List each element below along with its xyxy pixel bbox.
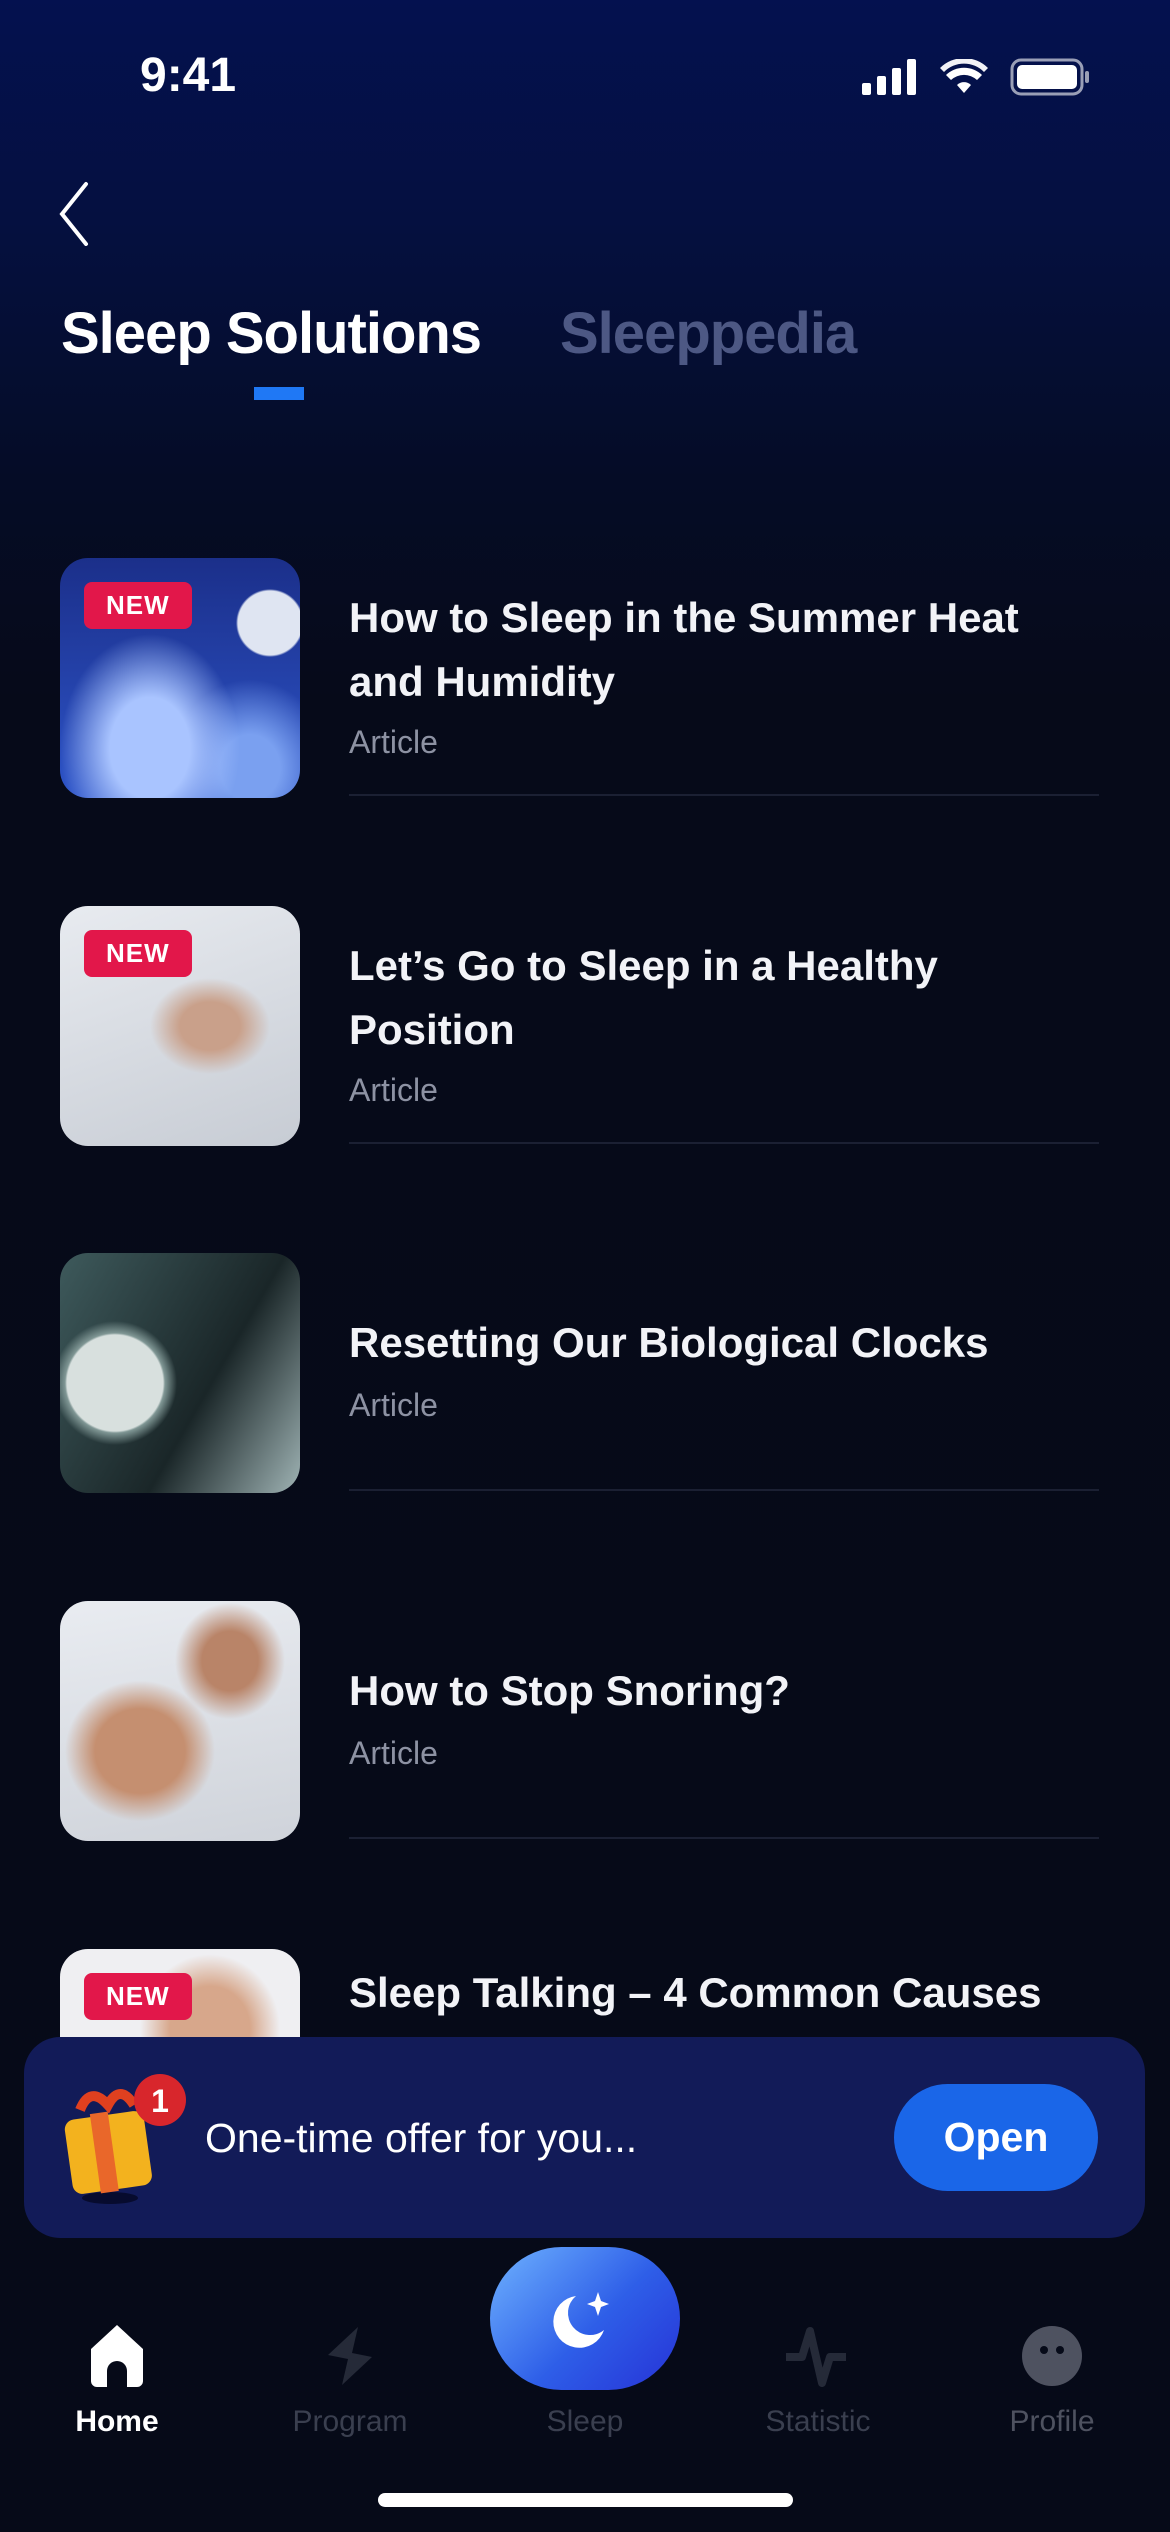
article-thumbnail xyxy=(60,1253,300,1493)
new-badge: NEW xyxy=(84,930,192,977)
moon-icon xyxy=(553,2292,609,2348)
nav-label: Program xyxy=(292,2405,408,2438)
wifi-icon xyxy=(940,59,988,93)
bottom-nav: Home Program Sleep Statistic Profile xyxy=(0,2240,1170,2532)
nav-profile[interactable]: Profile xyxy=(952,2240,1152,2440)
article-type: Article xyxy=(349,1387,438,1423)
divider xyxy=(349,794,1099,796)
back-chevron-icon[interactable] xyxy=(56,176,106,246)
article-thumbnail: NEW xyxy=(60,558,300,798)
offer-text: One-time offer for you... xyxy=(205,2115,638,2161)
nav-sleep-button[interactable] xyxy=(490,2247,680,2390)
article-title: How to Sleep in the Summer Heat and Humi… xyxy=(349,594,1019,705)
list-item[interactable]: Resetting Our Biological Clocks Article xyxy=(0,1253,1170,1553)
article-thumbnail: NEW xyxy=(60,906,300,1146)
article-title: Sleep Talking – 4 Common Causes xyxy=(349,1969,1042,2016)
list-item[interactable]: How to Stop Snoring? Article xyxy=(0,1601,1170,1901)
battery-icon xyxy=(1010,58,1089,96)
article-title: Resetting Our Biological Clocks xyxy=(349,1319,989,1366)
signal-icon xyxy=(862,59,916,95)
article-type: Article xyxy=(349,1735,438,1771)
gift-icon: 1 xyxy=(64,2074,186,2204)
home-indicator[interactable] xyxy=(378,2493,793,2507)
nav-statistic[interactable]: Statistic xyxy=(718,2240,918,2440)
offer-count-badge: 1 xyxy=(151,2083,169,2119)
open-offer-button[interactable]: Open xyxy=(894,2084,1098,2191)
profile-icon xyxy=(1022,2326,1082,2386)
divider xyxy=(349,1142,1099,1144)
nav-home[interactable]: Home xyxy=(0,2240,234,2440)
new-badge: NEW xyxy=(84,582,192,629)
new-badge: NEW xyxy=(84,1973,192,2020)
nav-program[interactable]: Program xyxy=(250,2240,450,2440)
program-icon xyxy=(328,2327,372,2385)
tab-sleeppedia[interactable]: Sleeppedia xyxy=(560,300,857,367)
list-item[interactable]: NEW Sleep Talking – 4 Common Causes xyxy=(0,1949,1170,2037)
pulse-icon xyxy=(786,2327,846,2387)
article-thumbnail xyxy=(60,1601,300,1841)
divider xyxy=(349,1489,1099,1491)
home-icon xyxy=(91,2325,143,2387)
list-item[interactable]: NEW How to Sleep in the Summer Heat and … xyxy=(0,558,1170,858)
nav-label: Home xyxy=(75,2405,159,2438)
article-type: Article xyxy=(349,724,438,760)
article-type: Article xyxy=(349,1072,438,1108)
tab-sleep-solutions[interactable]: Sleep Solutions xyxy=(61,300,482,367)
divider xyxy=(349,1837,1099,1839)
status-icons xyxy=(862,58,1090,96)
status-time: 9:41 xyxy=(140,49,237,102)
article-title: Let’s Go to Sleep in a Healthy Position xyxy=(349,942,938,1053)
article-thumbnail: NEW xyxy=(60,1949,300,2037)
list-item[interactable]: NEW Let’s Go to Sleep in a Healthy Posit… xyxy=(0,906,1170,1206)
nav-label: Statistic xyxy=(765,2405,871,2438)
active-tab-indicator xyxy=(254,387,304,400)
nav-label: Sleep xyxy=(546,2405,624,2438)
article-title: How to Stop Snoring? xyxy=(349,1667,790,1714)
nav-label: Profile xyxy=(1009,2405,1095,2438)
